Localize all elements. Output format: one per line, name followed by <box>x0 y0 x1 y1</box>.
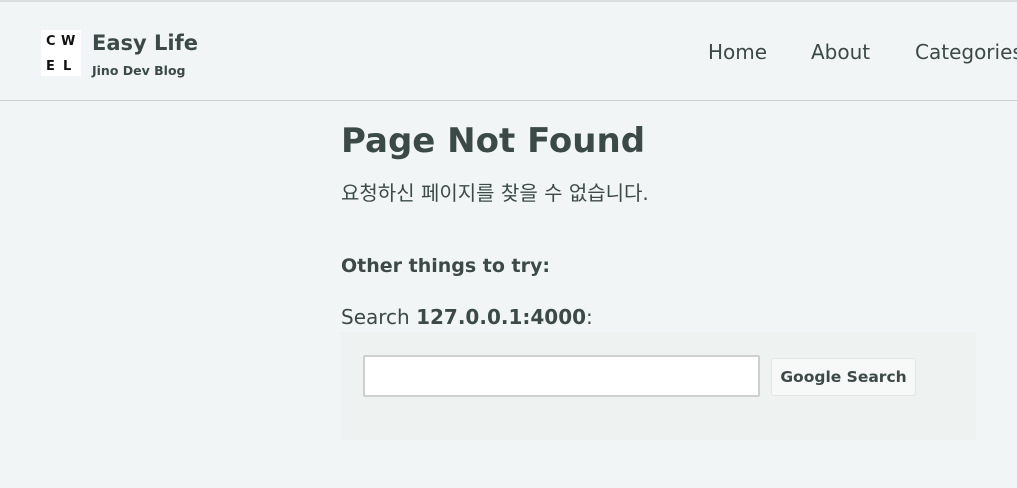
page-subtitle: 요청하신 페이지를 찾을 수 없습니다. <box>341 181 649 205</box>
search-suffix: : <box>586 305 593 329</box>
nav-item-categories[interactable]: Categories <box>915 40 1017 64</box>
nav-item-home[interactable]: Home <box>708 40 767 64</box>
page-title: Page Not Found <box>341 121 646 161</box>
nav-item-about[interactable]: About <box>811 40 870 64</box>
search-form: Google Search <box>341 332 976 440</box>
search-input[interactable] <box>363 355 760 397</box>
logo-letter-c: C <box>46 34 56 49</box>
logo-letter-e: E <box>46 59 55 74</box>
site-subtitle: Jino Dev Blog <box>92 63 186 78</box>
search-prefix: Search <box>341 305 417 329</box>
other-things-heading: Other things to try: <box>341 255 550 277</box>
logo-letter-l: L <box>63 59 72 74</box>
site-title[interactable]: Easy Life <box>92 31 198 55</box>
logo-letter-w: W <box>61 34 76 49</box>
site-header: C W E L Easy Life Jino Dev Blog Home Abo… <box>0 2 1017 101</box>
search-host: 127.0.0.1:4000 <box>416 305 587 329</box>
search-instruction: Search 127.0.0.1:4000: <box>341 305 593 329</box>
site-logo[interactable]: C W E L <box>41 30 81 76</box>
google-search-button[interactable]: Google Search <box>771 358 916 396</box>
